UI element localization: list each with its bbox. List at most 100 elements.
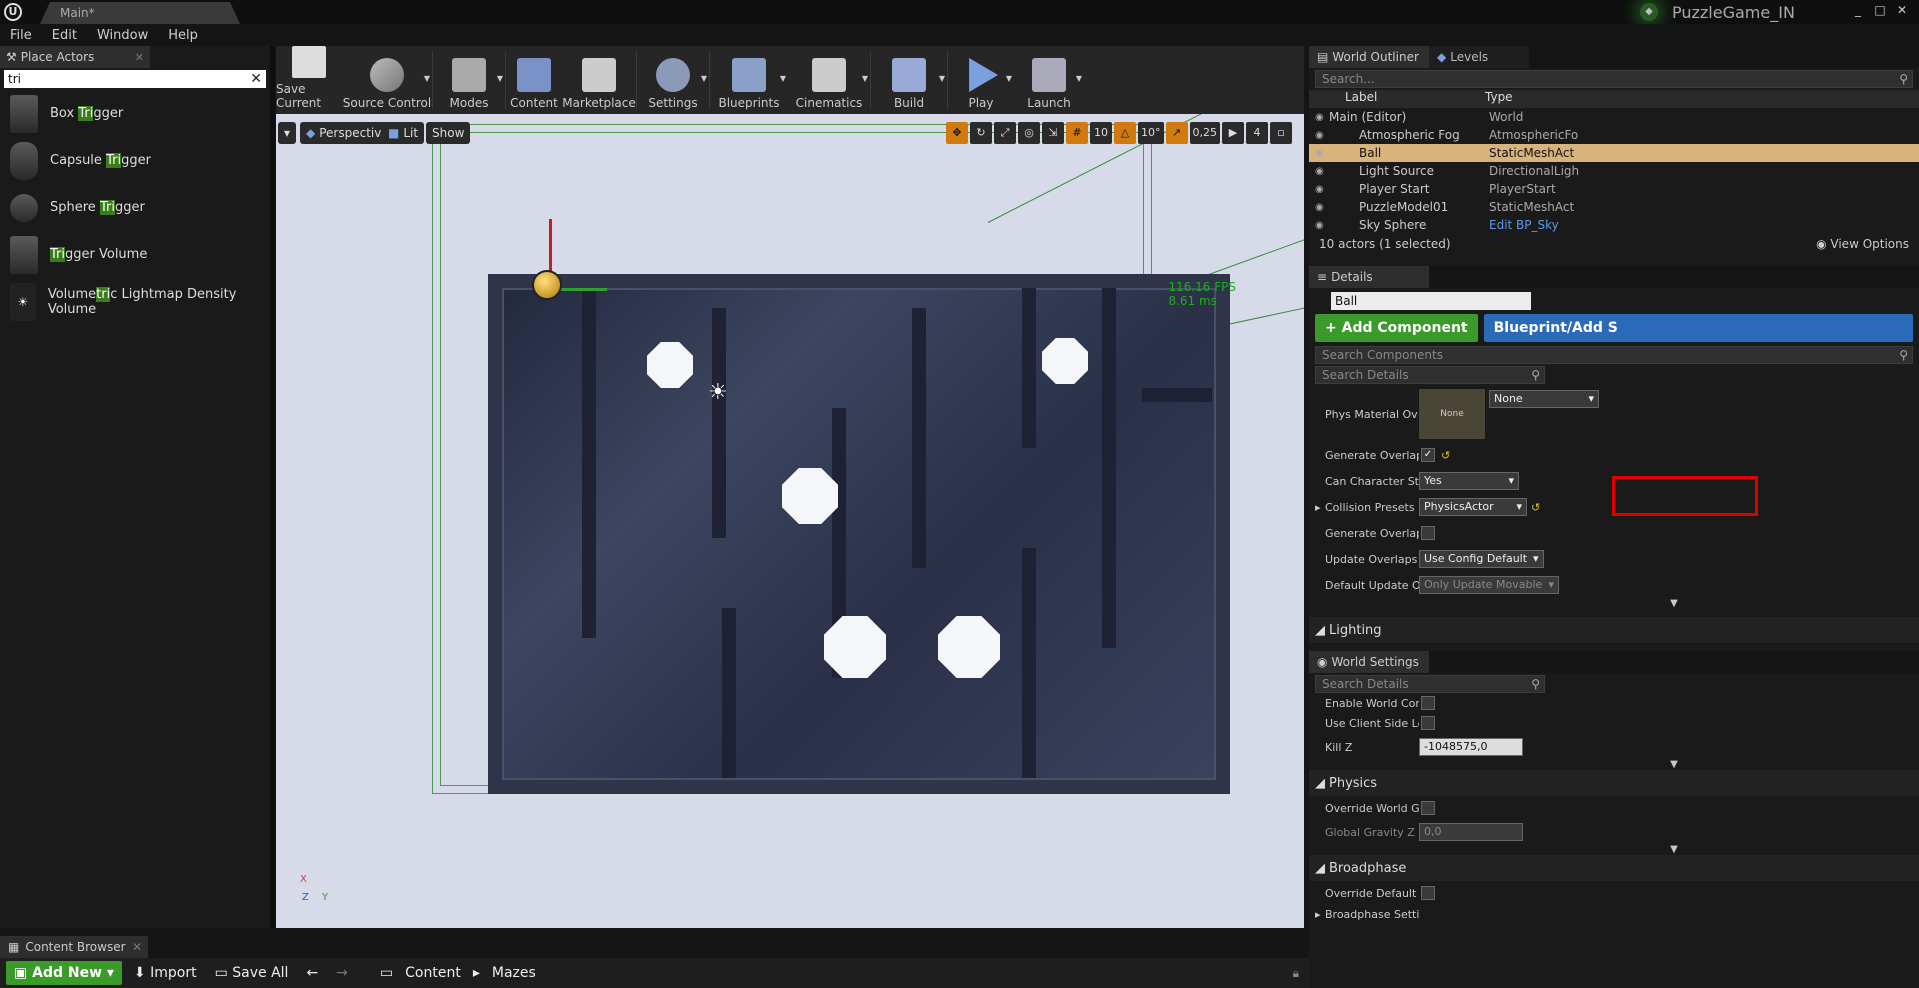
visibility-eye-icon[interactable]: ◉ (1309, 130, 1329, 141)
outliner-row[interactable]: ◉ Player Start PlayerStart (1309, 180, 1919, 198)
visibility-eye-icon[interactable]: ◉ (1309, 220, 1329, 231)
import-button[interactable]: ⬇ Import (128, 965, 203, 981)
world-local-icon[interactable]: ◎ (1018, 122, 1040, 144)
close-tab-icon[interactable]: ✕ (135, 51, 144, 64)
dropdown-arrow-icon[interactable]: ▼ (1006, 74, 1012, 83)
phys-material-dropdown[interactable]: None ▾ (1489, 390, 1599, 408)
save-all-button[interactable]: ▭ Save All (209, 965, 295, 981)
dropdown-arrow-icon[interactable]: ▼ (1076, 74, 1082, 83)
grid-size-value[interactable]: 10 (1090, 122, 1112, 144)
add-new-button[interactable]: ▣ Add New ▾ (6, 961, 122, 985)
rotation-snap-value[interactable]: 10° (1138, 122, 1164, 144)
rotate-mode-icon[interactable]: ↻ (970, 122, 992, 144)
outliner-row[interactable]: ◉ Main (Editor) World (1309, 108, 1919, 126)
search-details-input[interactable]: Search Details ⚲ (1315, 366, 1545, 384)
search-components-input[interactable]: Search Components ⚲ (1315, 346, 1913, 364)
cinematics-button[interactable]: Cinematics ▼ (788, 46, 870, 114)
modes-button[interactable]: Modes ▼ (433, 46, 505, 114)
actor-item-lightmap-density-volume[interactable]: ☀ Volumetric Lightmap Density Volume (0, 278, 270, 325)
override-gravity-checkbox[interactable] (1421, 801, 1435, 815)
actor-name-field[interactable]: Ball (1331, 292, 1531, 310)
breadcrumb-content[interactable]: Content (405, 965, 461, 981)
visibility-eye-icon[interactable]: ◉ (1309, 112, 1329, 123)
outliner-row[interactable]: ◉ Light Source DirectionalLigh (1309, 162, 1919, 180)
dropdown-arrow-icon[interactable]: ▼ (701, 74, 707, 83)
show-button[interactable]: Show (426, 122, 471, 144)
scale-snap-value[interactable]: 0,25 (1189, 122, 1220, 144)
outliner-row[interactable]: ◉ PuzzleModel01 StaticMeshAct (1309, 198, 1919, 216)
back-button[interactable]: ← (300, 965, 324, 981)
clear-search-icon[interactable]: ✕ (250, 70, 262, 88)
dropdown-arrow-icon[interactable]: ▼ (939, 74, 945, 83)
menu-window[interactable]: Window (87, 28, 158, 43)
translate-mode-icon[interactable]: ✥ (946, 122, 968, 144)
lit-button[interactable]: ■ Lit (382, 122, 425, 144)
close-button[interactable]: ✕ (1893, 2, 1911, 18)
visibility-eye-icon[interactable]: ◉ (1309, 202, 1329, 213)
viewport-options-button[interactable]: ▾ (278, 122, 297, 144)
camera-speed-icon[interactable]: ▶ (1222, 122, 1244, 144)
generate-overlap-checkbox[interactable]: ✓ (1421, 448, 1435, 462)
visibility-eye-icon[interactable]: ◉ (1309, 166, 1329, 177)
scale-mode-icon[interactable]: ⤢ (994, 122, 1016, 144)
expand-arrow-icon[interactable]: ▸ (1315, 908, 1321, 921)
blueprint-add-script-button[interactable]: Blueprint/Add S (1483, 314, 1913, 342)
maze-mesh[interactable] (488, 274, 1230, 794)
row-type[interactable]: Edit BP_Sky (1489, 218, 1559, 232)
place-actors-tab[interactable]: ⚒ Place Actors ✕ (0, 46, 150, 68)
world-settings-search-input[interactable]: Search Details ⚲ (1315, 675, 1545, 693)
panel-splitter[interactable] (270, 46, 275, 928)
phys-material-thumbnail[interactable]: None (1419, 389, 1485, 439)
forward-button[interactable]: → (330, 965, 354, 981)
tab-details[interactable]: ≡ Details (1309, 266, 1429, 288)
launch-button[interactable]: Launch ▼ (1014, 46, 1084, 114)
broadphase-section[interactable]: ◢ Broadphase (1309, 855, 1919, 881)
ball-actor[interactable] (532, 270, 562, 300)
blueprints-button[interactable]: Blueprints ▼ (710, 46, 788, 114)
kill-z-input[interactable]: -1048575,0 (1419, 738, 1523, 756)
override-default-checkbox[interactable] (1421, 886, 1435, 900)
camera-speed-value[interactable]: 4 (1246, 122, 1268, 144)
outliner-row[interactable]: ◉ Atmospheric Fog AtmosphericFo (1309, 126, 1919, 144)
source-control-button[interactable]: Source Control ▼ (342, 46, 432, 114)
physics-section[interactable]: ◢ Physics (1309, 770, 1919, 796)
default-update-dropdown[interactable]: Only Update Movable ▾ (1419, 576, 1559, 594)
place-actors-search-input[interactable]: tri ✕ (4, 70, 266, 88)
tab-world-settings[interactable]: ◉ World Settings (1309, 651, 1429, 673)
reset-default-icon[interactable]: ↺ (1441, 449, 1450, 462)
grid-snap-icon[interactable]: # (1066, 122, 1088, 144)
menu-edit[interactable]: Edit (42, 28, 87, 43)
rotation-snap-icon[interactable]: △ (1114, 122, 1136, 144)
can-character-dropdown[interactable]: Yes ▾ (1419, 472, 1519, 490)
expand-more-icon[interactable]: ▼ (1429, 759, 1919, 770)
build-button[interactable]: Build ▼ (871, 46, 947, 114)
perspective-button[interactable]: ◆ Perspective (300, 122, 395, 144)
level-viewport[interactable]: ☀ ▾ ◆ Perspective ■ Lit Show ✥ ↻ ⤢ ◎ ⇲ #… (276, 114, 1304, 928)
dropdown-arrow-icon[interactable]: ▼ (862, 74, 868, 83)
transform-gizmo-x[interactable] (549, 219, 552, 274)
menu-help[interactable]: Help (158, 28, 208, 43)
visibility-eye-icon[interactable]: ◉ (1309, 148, 1329, 159)
scale-snap-icon[interactable]: ↗ (1165, 122, 1188, 144)
menu-file[interactable]: File (0, 28, 42, 43)
actor-item-box-trigger[interactable]: Box Trigger (0, 90, 270, 137)
outliner-row-selected[interactable]: ◉ Ball StaticMeshAct (1309, 144, 1919, 162)
close-tab-icon[interactable]: ✕ (132, 940, 142, 954)
visibility-eye-icon[interactable]: ◉ (1309, 184, 1329, 195)
outliner-search-input[interactable]: Search... ⚲ (1315, 70, 1913, 88)
dropdown-arrow-icon[interactable]: ▼ (497, 74, 503, 83)
save-current-button[interactable]: Save Current (276, 46, 342, 114)
lighting-section[interactable]: ◢ Lighting (1309, 617, 1919, 643)
add-component-button[interactable]: + Add Component (1315, 314, 1478, 342)
generate-overlap2-checkbox[interactable] (1421, 526, 1435, 540)
expand-more-icon[interactable]: ▼ (1429, 598, 1919, 609)
light-source-icon[interactable]: ☀ (708, 380, 728, 405)
play-button[interactable]: Play ▼ (948, 46, 1014, 114)
reset-default-icon[interactable]: ↺ (1531, 501, 1540, 514)
tab-levels[interactable]: ◆ Levels (1429, 46, 1529, 68)
minimize-button[interactable]: _ (1849, 2, 1867, 18)
dropdown-arrow-icon[interactable]: ▼ (424, 74, 430, 83)
client-side-checkbox[interactable] (1421, 716, 1435, 730)
view-options-button[interactable]: ◉ View Options (1816, 237, 1909, 251)
collision-presets-dropdown[interactable]: PhysicsActor ▾ (1419, 498, 1527, 516)
